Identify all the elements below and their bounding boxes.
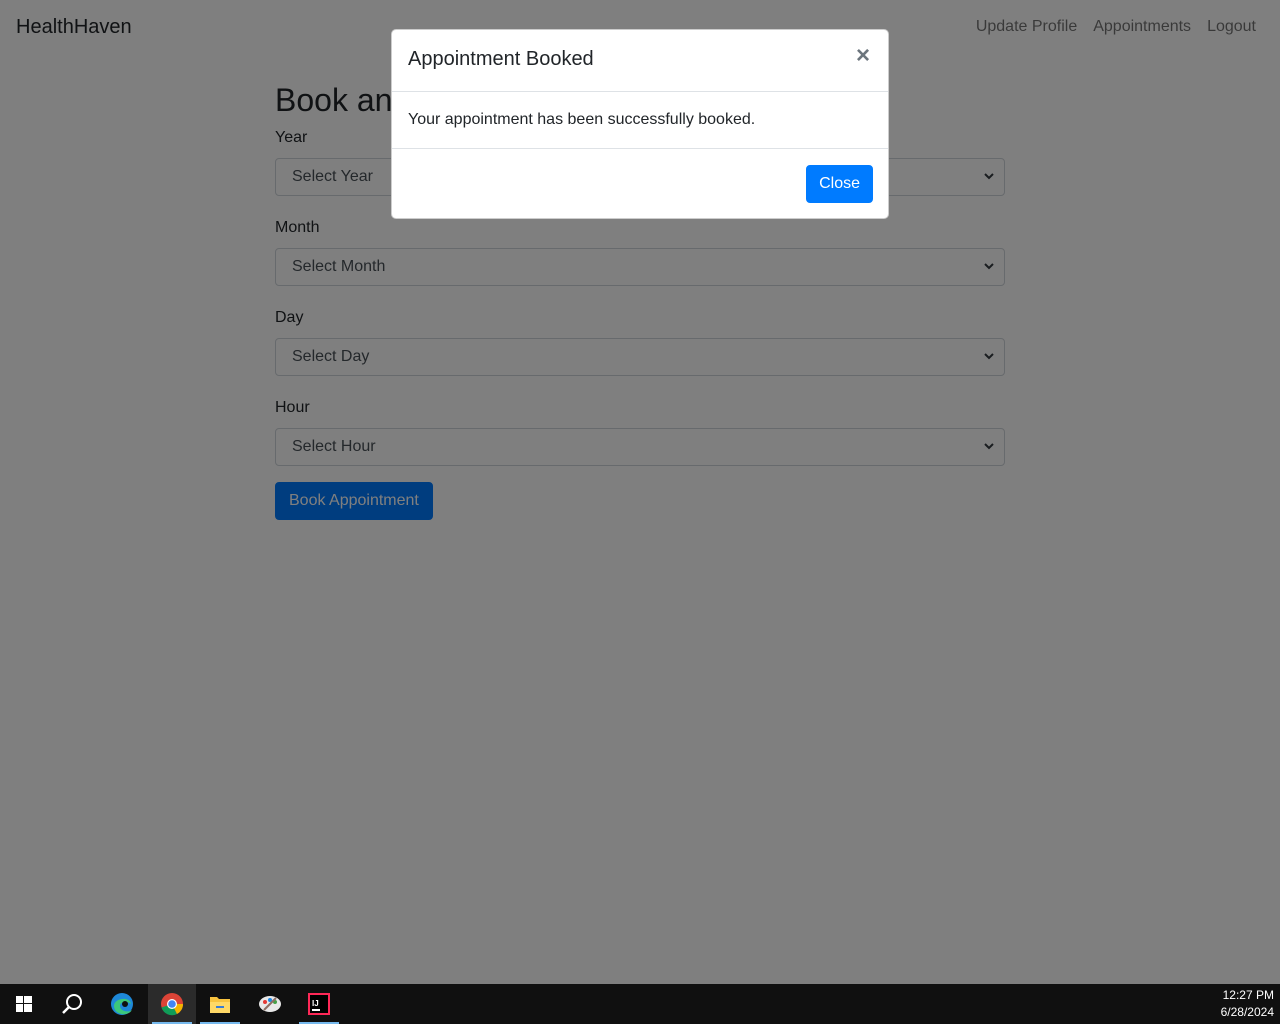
modal-message: Your appointment has been successfully b… xyxy=(408,111,756,128)
modal-body: Your appointment has been successfully b… xyxy=(392,92,888,149)
intellij-icon[interactable]: IJ xyxy=(295,984,343,1024)
taskbar: IJ 12:27 PM 6/28/2024 xyxy=(0,984,1280,1024)
paint-icon[interactable] xyxy=(246,984,294,1024)
modal-header: Appointment Booked × xyxy=(392,30,888,92)
appointment-booked-modal: Appointment Booked × Your appointment ha… xyxy=(391,29,889,219)
modal-footer: Close xyxy=(392,149,888,219)
clock-time: 12:27 PM xyxy=(1222,988,1274,1002)
modal-title: Appointment Booked xyxy=(408,48,594,70)
close-button[interactable]: Close xyxy=(806,165,873,203)
windows-start-icon[interactable] xyxy=(0,984,48,1024)
file-explorer-icon[interactable] xyxy=(196,984,244,1024)
chrome-icon[interactable] xyxy=(148,984,196,1024)
search-icon[interactable] xyxy=(48,984,96,1024)
edge-icon[interactable] xyxy=(98,984,146,1024)
svg-text:IJ: IJ xyxy=(312,999,319,1008)
close-icon[interactable]: × xyxy=(852,44,874,68)
system-clock[interactable]: 12:27 PM 6/28/2024 xyxy=(1221,987,1274,1021)
clock-date: 6/28/2024 xyxy=(1220,1005,1274,1019)
